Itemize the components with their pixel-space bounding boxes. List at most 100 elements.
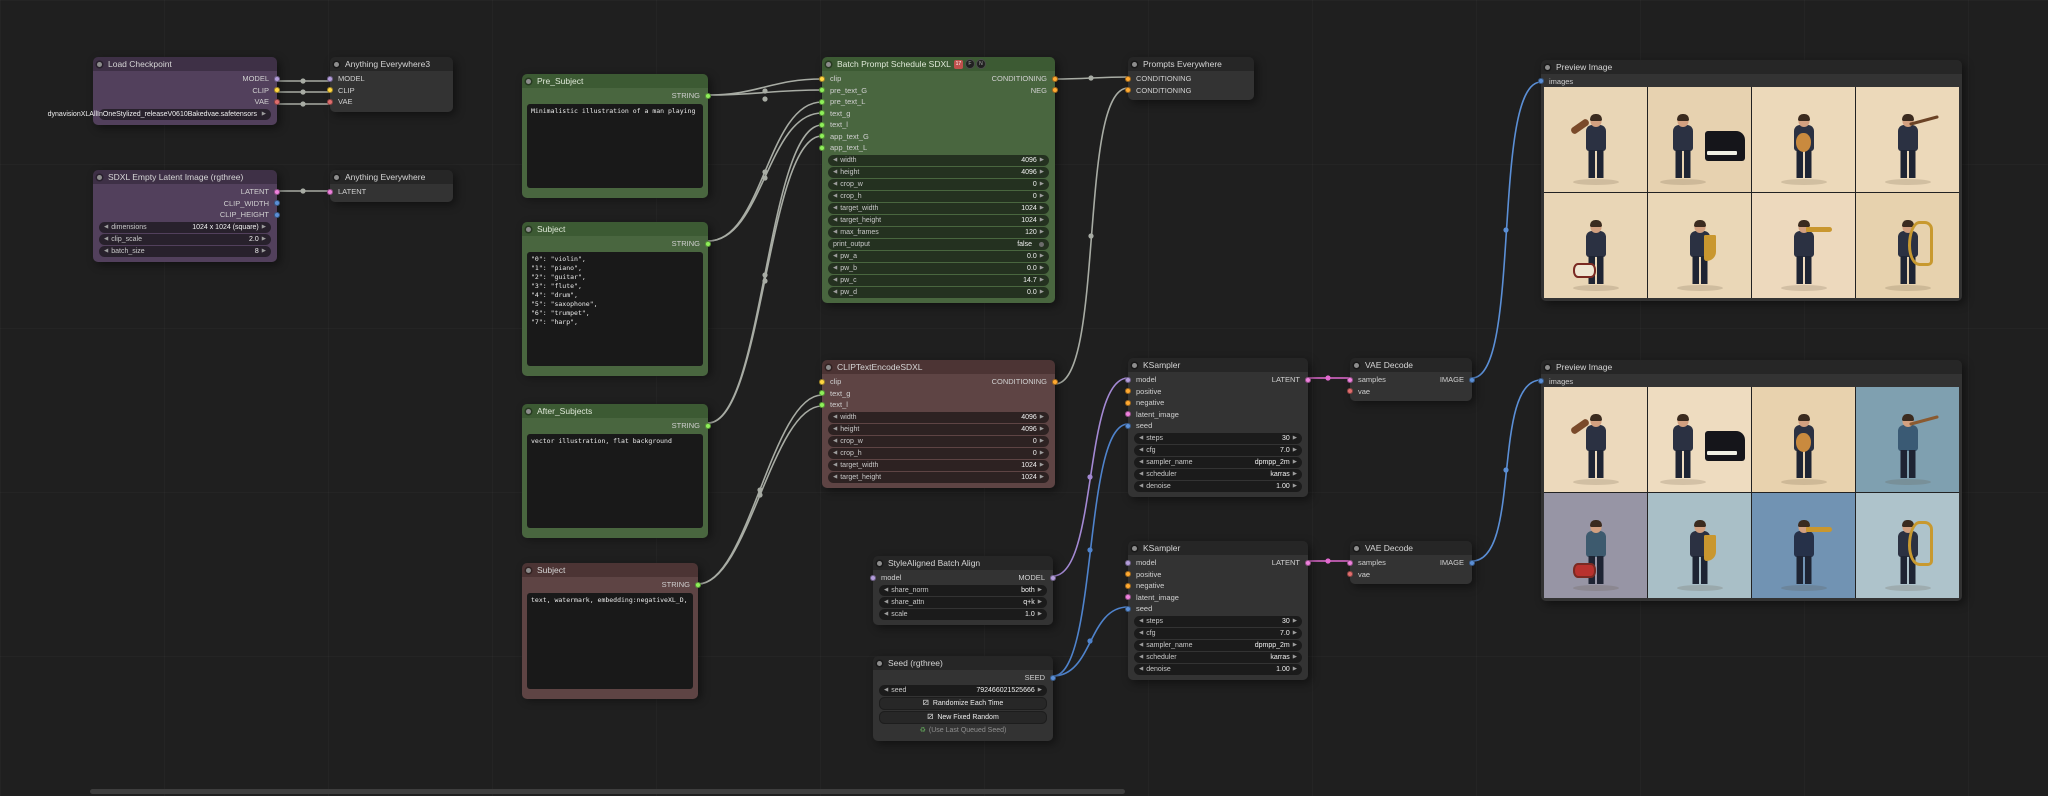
input-slot-negative[interactable] <box>1125 582 1131 589</box>
output-slot-conditioning[interactable] <box>1052 378 1058 385</box>
input-slot-negative[interactable] <box>1125 399 1131 406</box>
output-slot-conditioning[interactable] <box>1052 75 1058 82</box>
pw-a-widget[interactable]: ◀ pw_a 0.0 ▶ <box>828 251 1049 262</box>
preview-tile-violin[interactable] <box>1544 87 1647 192</box>
preview-tile-harp[interactable] <box>1856 493 1959 598</box>
node-title-bar[interactable]: VAE Decode <box>1350 358 1472 372</box>
preview-tile-saxophone[interactable] <box>1648 193 1751 298</box>
input-slot-model[interactable] <box>870 574 876 581</box>
cfg-widget[interactable]: ◀ cfg 7.0 ▶ <box>1134 628 1302 639</box>
node-title-bar[interactable]: Anything Everywhere3 <box>330 57 453 71</box>
max-frames-widget[interactable]: ◀ max_frames 120 ▶ <box>828 227 1049 238</box>
collapse-dot-icon[interactable] <box>526 226 531 232</box>
node-title-bar[interactable]: Pre_Subject <box>522 74 708 88</box>
input-slot-app-text-l[interactable] <box>819 144 825 151</box>
crop-h-widget[interactable]: ◀ crop_h 0 ▶ <box>828 448 1049 459</box>
preview-tile-violin[interactable] <box>1544 387 1647 492</box>
collapse-dot-icon[interactable] <box>826 364 831 370</box>
node-title-bar[interactable]: After_Subjects <box>522 404 708 418</box>
preview-tile-trumpet[interactable] <box>1752 493 1855 598</box>
text-widget[interactable]: Minimalistic illustration of a man playi… <box>527 103 703 188</box>
cfg-widget[interactable]: ◀ cfg 7.0 ▶ <box>1134 445 1302 456</box>
input-slot-clip[interactable] <box>819 75 825 82</box>
node-graph-canvas[interactable]: Load Checkpoint MODEL CLIP VAE dynavisio… <box>0 0 2048 796</box>
input-slot-seed[interactable] <box>1125 605 1131 612</box>
input-slot-samples[interactable] <box>1347 376 1353 383</box>
input-slot-positive[interactable] <box>1125 388 1131 395</box>
preview-tile-saxophone[interactable] <box>1648 493 1751 598</box>
use-last-queued-seed-button[interactable]: ♻ (Use Last Queued Seed) <box>879 725 1047 736</box>
collapse-dot-icon[interactable] <box>334 61 339 67</box>
crop-w-widget[interactable]: ◀ crop_w 0 ▶ <box>828 179 1049 190</box>
output-slot-latent[interactable] <box>274 188 280 195</box>
seed-value-widget[interactable]: ◀ seed 792466021525666 ▶ <box>879 685 1047 696</box>
output-slot-image[interactable] <box>1469 376 1475 383</box>
height-widget[interactable]: ◀ height 4096 ▶ <box>828 424 1049 435</box>
new-fixed-random-button[interactable]: ⚂ New Fixed Random <box>879 711 1047 724</box>
batch-size-widget[interactable]: ◀ batch_size 8 ▶ <box>99 246 271 257</box>
scheduler-widget[interactable]: ◀ scheduler karras ▶ <box>1134 652 1302 663</box>
preview-tile-flute[interactable] <box>1856 387 1959 492</box>
input-slot-negative-conditioning[interactable] <box>1125 87 1131 94</box>
output-slot-model[interactable] <box>274 75 280 82</box>
input-slot-model[interactable] <box>1125 559 1131 566</box>
target-width-widget[interactable]: ◀ target_width 1024 ▶ <box>828 460 1049 471</box>
input-slot-positive-conditioning[interactable] <box>1125 75 1131 82</box>
input-slot-vae[interactable] <box>327 98 333 105</box>
preview-tile-guitar[interactable] <box>1752 87 1855 192</box>
collapse-dot-icon[interactable] <box>97 61 102 67</box>
output-slot-string[interactable] <box>695 581 701 588</box>
collapse-dot-icon[interactable] <box>877 660 882 666</box>
collapse-dot-icon[interactable] <box>1132 61 1137 67</box>
input-slot-app-text-g[interactable] <box>819 133 825 140</box>
input-slot-positive[interactable] <box>1125 571 1131 578</box>
toggle-knob-icon[interactable] <box>1039 241 1044 247</box>
scheduler-widget[interactable]: ◀ scheduler karras ▶ <box>1134 469 1302 480</box>
pw-b-widget[interactable]: ◀ pw_b 0.0 ▶ <box>828 263 1049 274</box>
combo-arrow-icon[interactable]: ▶ <box>262 111 266 118</box>
input-slot-clip[interactable] <box>819 378 825 385</box>
input-slot-samples[interactable] <box>1347 559 1353 566</box>
output-slot-seed[interactable] <box>1050 674 1056 681</box>
output-slot-latent[interactable] <box>1305 376 1311 383</box>
input-slot-vae[interactable] <box>1347 571 1353 578</box>
output-slot-vae[interactable] <box>274 98 280 105</box>
randomize-each-time-button[interactable]: ⚂ Randomize Each Time <box>879 697 1047 710</box>
collapse-dot-icon[interactable] <box>1132 545 1137 551</box>
node-title-bar[interactable]: Batch Prompt Schedule SDXL 17 F N <box>822 57 1055 71</box>
sampler-name-widget[interactable]: ◀ sampler_name dpmpp_2m ▶ <box>1134 640 1302 651</box>
node-title-bar[interactable]: CLIPTextEncodeSDXL <box>822 360 1055 374</box>
preview-tile-drums[interactable] <box>1544 493 1647 598</box>
output-slot-clip-height[interactable] <box>274 211 280 218</box>
text-widget[interactable]: text, watermark, embedding:negativeXL_D, <box>527 592 693 689</box>
output-slot-latent[interactable] <box>1305 559 1311 566</box>
collapse-dot-icon[interactable] <box>1354 545 1359 551</box>
node-title-bar[interactable]: Subject <box>522 563 698 577</box>
collapse-dot-icon[interactable] <box>97 174 102 180</box>
node-title-bar[interactable]: Seed (rgthree) <box>873 656 1053 670</box>
collapse-dot-icon[interactable] <box>826 61 831 67</box>
preview-tile-flute[interactable] <box>1856 87 1959 192</box>
text-widget[interactable]: vector illustration, flat background <box>527 433 703 528</box>
crop-h-widget[interactable]: ◀ crop_h 0 ▶ <box>828 191 1049 202</box>
output-slot-string[interactable] <box>705 240 711 247</box>
share-norm-widget[interactable]: ◀ share_norm both ▶ <box>879 585 1047 596</box>
input-slot-seed[interactable] <box>1125 422 1131 429</box>
height-widget[interactable]: ◀ height 4096 ▶ <box>828 167 1049 178</box>
preview-tile-harp[interactable] <box>1856 193 1959 298</box>
print-output-toggle[interactable]: print_output false <box>828 239 1049 250</box>
output-slot-neg[interactable] <box>1052 87 1058 94</box>
preview-tile-trumpet[interactable] <box>1752 193 1855 298</box>
node-title-bar[interactable]: KSampler <box>1128 541 1308 555</box>
input-slot-vae[interactable] <box>1347 388 1353 395</box>
input-slot-text-l[interactable] <box>819 121 825 128</box>
collapse-dot-icon[interactable] <box>1132 362 1137 368</box>
dimensions-widget[interactable]: ◀ dimensions 1024 x 1024 (square) ▶ <box>99 222 271 233</box>
preview-tile-guitar[interactable] <box>1752 387 1855 492</box>
width-widget[interactable]: ◀ width 4096 ▶ <box>828 412 1049 423</box>
input-slot-pre-text-l[interactable] <box>819 98 825 105</box>
input-slot-model[interactable] <box>327 75 333 82</box>
node-title-bar[interactable]: VAE Decode <box>1350 541 1472 555</box>
node-title-bar[interactable]: Anything Everywhere <box>330 170 453 184</box>
preview-tile-drums[interactable] <box>1544 193 1647 298</box>
